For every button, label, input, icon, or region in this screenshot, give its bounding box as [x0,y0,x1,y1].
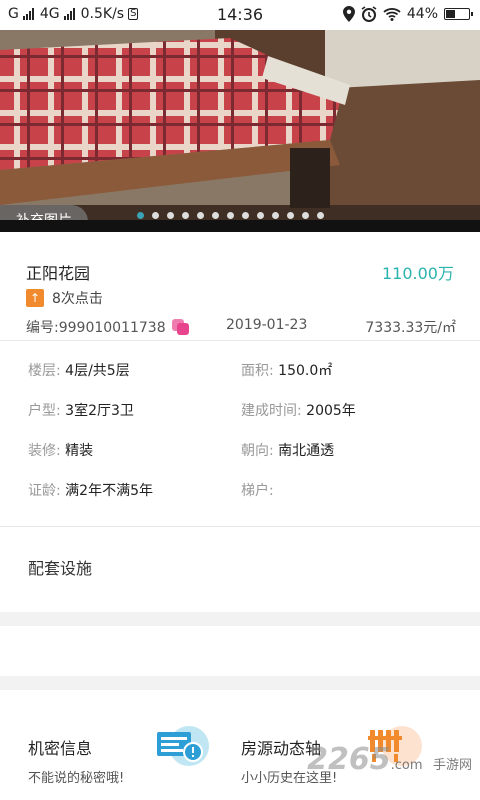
gallery-dot[interactable] [257,212,264,219]
detail-floor: 楼层: 4层/共5层 [28,363,130,379]
detail-row: 装修: 精装 朝向: 南北通透 [0,440,480,480]
gallery-dot[interactable] [272,212,279,219]
secret-info-card[interactable]: 机密信息 不能说的秘密哦! [28,735,124,786]
gallery-dot[interactable] [227,212,234,219]
status-bar: G 4G 0.5K/s S 14:36 44% [0,0,480,30]
arrow-up-icon: ↑ [26,289,44,307]
secret-info-title: 机密信息 [28,739,93,758]
battery-percent: 44% [406,6,438,22]
listing-code: 编号:999010011738 [26,317,190,337]
gallery-dot[interactable] [137,212,144,219]
divider [0,340,480,341]
unit-price: 7333.33元/㎡ [365,320,456,336]
secret-info-subtitle: 不能说的秘密哦! [28,771,125,786]
listing-price: 110.00万 [382,264,454,283]
gallery-dot[interactable] [152,212,159,219]
copy-icon[interactable] [171,319,190,335]
listing-header: 正阳花园 110.00万 ↑ 8次点击 编号:999010011738 2019… [0,232,480,340]
detail-area: 面积: 150.0㎡ [241,363,333,379]
detail-elevator-ratio: 梯户: [241,483,274,499]
gallery-dot[interactable] [287,212,294,219]
listing-photo[interactable]: 补充图片 [0,30,480,232]
detail-row: 楼层: 4层/共5层 面积: 150.0㎡ [0,360,480,400]
gallery-dot[interactable] [182,212,189,219]
gallery-pagination[interactable] [137,212,324,219]
divider [0,526,480,527]
alarm-icon [361,6,377,22]
section-separator [0,612,480,626]
listing-date: 2019-01-23 [226,317,308,333]
property-details: 楼层: 4层/共5层 面积: 150.0㎡ 户型: 3室2厅3卫 建成时间: 2… [0,360,480,520]
listing-code-text: 编号:999010011738 [26,320,166,336]
gallery-dot[interactable] [212,212,219,219]
detail-row: 户型: 3室2厅3卫 建成时间: 2005年 [0,400,480,440]
gallery-dot[interactable] [317,212,324,219]
detail-layout: 户型: 3室2厅3卫 [28,403,134,419]
gallery-dot[interactable] [197,212,204,219]
listing-name: 正阳花园 [26,264,91,283]
detail-cert-age: 证龄: 满2年不满5年 [28,483,153,499]
secret-info-icon[interactable] [155,722,211,770]
location-icon [342,6,355,22]
wifi-icon [383,8,401,21]
detail-decoration: 装修: 精装 [28,443,94,459]
gallery-dot[interactable] [167,212,174,219]
bed-photo-image [0,30,480,232]
click-count: ↑ 8次点击 [26,288,103,308]
site-watermark: 2265.com 手游网 [307,742,472,777]
detail-row: 证龄: 满2年不满5年 梯户: [0,480,480,520]
detail-built-year: 建成时间: 2005年 [241,403,356,419]
photo-bottom-bar [0,220,480,232]
battery-icon [444,8,473,20]
gallery-dot[interactable] [242,212,249,219]
gallery-dot[interactable] [302,212,309,219]
facilities-title: 配套设施 [28,559,93,578]
section-separator [0,676,480,690]
click-count-label: 8次点击 [52,291,103,307]
detail-orientation: 朝向: 南北通透 [241,443,335,459]
